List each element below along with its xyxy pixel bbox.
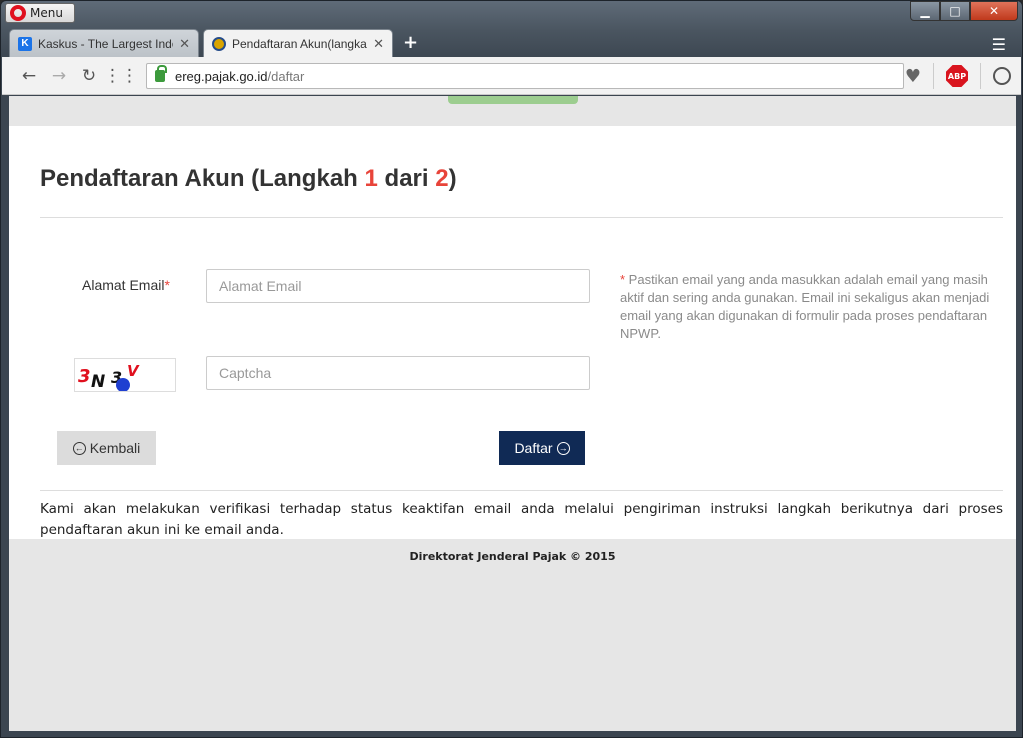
step-current: 1 xyxy=(364,165,378,192)
submit-button-daftar[interactable]: Daftar → xyxy=(499,431,585,465)
speed-dial-grid-icon[interactable]: ⋮⋮ xyxy=(104,66,138,86)
title-suffix: ) xyxy=(448,165,457,192)
address-toolbar: ← → ↻ ⋮⋮ ereg.pajak.go.id /daftar ♥ ABP xyxy=(2,57,1021,95)
tab-strip: K Kaskus - The Largest Indo ✕ Pendaftara… xyxy=(9,29,418,57)
svg-text:3: 3 xyxy=(78,366,91,387)
opera-logo-icon xyxy=(10,5,26,21)
captcha-field[interactable] xyxy=(206,356,590,390)
tab-kaskus[interactable]: K Kaskus - The Largest Indo ✕ xyxy=(9,29,199,57)
minimize-button[interactable]: ▁ xyxy=(910,1,940,21)
window-controls: ▁ □ ✕ xyxy=(910,1,1018,21)
djp-favicon-icon xyxy=(212,36,226,51)
tab-close-icon[interactable]: ✕ xyxy=(373,36,384,52)
opera-menu-button[interactable]: Menu xyxy=(5,3,75,23)
footer-copyright: Direktorat Jenderal Pajak © 2015 xyxy=(409,550,616,563)
toolbar-separator xyxy=(933,63,934,89)
title-prefix: Pendaftaran Akun (Langkah xyxy=(40,165,365,192)
address-bar[interactable]: ereg.pajak.go.id /daftar xyxy=(146,63,904,89)
email-label-text: Alamat Email xyxy=(82,277,165,293)
registration-card: Pendaftaran Akun (Langkah 1 dari 2) Alam… xyxy=(9,126,1016,539)
page-viewport: Pendaftaran Akun (Langkah 1 dari 2) Alam… xyxy=(9,96,1016,731)
email-field[interactable] xyxy=(206,269,590,303)
captcha-image: 3 N 3 V xyxy=(74,358,176,392)
arrow-right-circle-icon: → xyxy=(556,441,570,455)
reload-button[interactable]: ↻ xyxy=(74,66,104,86)
tab-label: Pendaftaran Akun(langkah xyxy=(232,36,368,51)
tab-menu-icon[interactable]: ☰ xyxy=(992,35,1006,54)
account-icon[interactable] xyxy=(993,67,1011,85)
menu-label: Menu xyxy=(30,6,63,20)
svg-text:V: V xyxy=(127,362,140,380)
secure-lock-icon xyxy=(155,65,167,82)
title-middle: dari xyxy=(377,165,436,192)
tab-label: Kaskus - The Largest Indo xyxy=(38,36,174,51)
email-hint: * Pastikan email yang anda masukkan adal… xyxy=(620,271,1010,343)
close-window-button[interactable]: ✕ xyxy=(970,1,1018,21)
divider xyxy=(40,217,1003,218)
tab-pendaftaran[interactable]: Pendaftaran Akun(langkah ✕ xyxy=(203,29,393,57)
step-total: 2 xyxy=(435,165,449,192)
toolbar-separator xyxy=(980,63,981,89)
divider xyxy=(40,490,1003,491)
required-mark: * xyxy=(164,277,170,293)
maximize-button[interactable]: □ xyxy=(940,1,970,21)
green-header-tab xyxy=(448,96,578,104)
back-button-kembali[interactable]: ← Kembali xyxy=(57,431,156,465)
bookmark-heart-icon[interactable]: ♥ xyxy=(905,66,921,87)
new-tab-button[interactable]: + xyxy=(403,32,418,53)
page-title: Pendaftaran Akun (Langkah 1 dari 2) xyxy=(40,165,457,193)
back-label: Kembali xyxy=(89,440,141,456)
tab-close-icon[interactable]: ✕ xyxy=(179,36,190,52)
url-domain: ereg.pajak.go.id xyxy=(175,68,268,84)
browser-window: Menu ▁ □ ✕ K Kaskus - The Largest Indo ✕… xyxy=(0,0,1023,738)
back-button[interactable]: ← xyxy=(14,66,44,86)
svg-text:N: N xyxy=(91,372,105,391)
hint-text: Pastikan email yang anda masukkan adalah… xyxy=(620,272,990,341)
adblock-plus-icon[interactable]: ABP xyxy=(946,65,968,87)
kaskus-favicon-icon: K xyxy=(18,36,32,51)
email-label: Alamat Email* xyxy=(82,277,170,293)
submit-label: Daftar xyxy=(514,440,553,456)
title-bar: Menu ▁ □ ✕ xyxy=(1,1,1022,27)
arrow-left-circle-icon: ← xyxy=(72,441,86,455)
forward-button[interactable]: → xyxy=(44,66,74,86)
url-path: /daftar xyxy=(267,68,305,84)
info-text: Kami akan melakukan verifikasi terhadap … xyxy=(40,501,1003,538)
